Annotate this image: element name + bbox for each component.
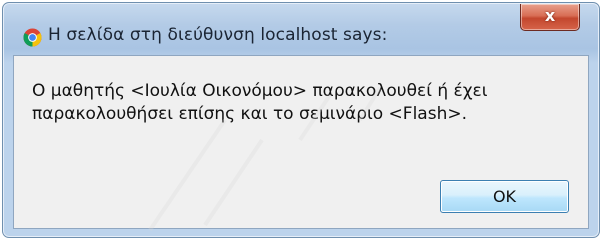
dialog-message: Ο μαθητής <Ιουλία Οικονόμου> παρακολουθε… [32, 81, 488, 124]
title-bar[interactable]: Η σελίδα στη διεύθυνση localhost says: x [3, 3, 599, 55]
close-button[interactable]: x [520, 4, 580, 31]
ok-button[interactable]: OK [440, 180, 569, 213]
dialog-title: Η σελίδα στη διεύθυνση localhost says: [48, 25, 388, 45]
chrome-icon [23, 28, 42, 47]
alert-dialog: Η σελίδα στη διεύθυνση localhost says: x… [2, 2, 600, 238]
close-icon: x [544, 6, 556, 25]
dialog-content: Ο μαθητής <Ιουλία Οικονόμου> παρακολουθε… [13, 55, 589, 229]
